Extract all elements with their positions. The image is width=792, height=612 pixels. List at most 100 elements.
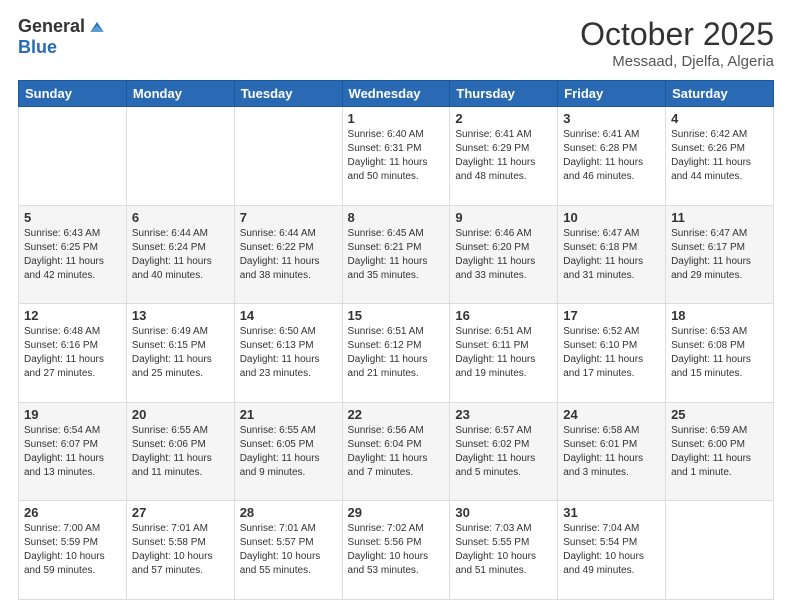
table-row: 12 Sunrise: 6:48 AM Sunset: 6:16 PM Dayl… — [19, 304, 127, 403]
day-number: 12 — [24, 308, 121, 323]
day-info: Sunrise: 6:52 AM Sunset: 6:10 PM Dayligh… — [563, 325, 660, 381]
day-info: Sunrise: 6:57 AM Sunset: 6:02 PM Dayligh… — [455, 424, 552, 480]
day-info: Sunrise: 6:51 AM Sunset: 6:11 PM Dayligh… — [455, 325, 552, 381]
sunset: Sunset: 6:07 PM — [24, 439, 98, 450]
day-number: 16 — [455, 308, 552, 323]
sunrise: Sunrise: 6:56 AM — [348, 425, 424, 436]
sunset: Sunset: 6:25 PM — [24, 242, 98, 253]
sunset: Sunset: 6:31 PM — [348, 143, 422, 154]
logo-blue: Blue — [18, 37, 57, 58]
daylight: Daylight: 11 hours and 11 minutes. — [132, 453, 212, 478]
day-info: Sunrise: 6:56 AM Sunset: 6:04 PM Dayligh… — [348, 424, 445, 480]
sunrise: Sunrise: 6:49 AM — [132, 326, 208, 337]
day-info: Sunrise: 7:04 AM Sunset: 5:54 PM Dayligh… — [563, 522, 660, 578]
title-block: October 2025 Messaad, Djelfa, Algeria — [580, 16, 774, 70]
sunrise: Sunrise: 6:51 AM — [348, 326, 424, 337]
table-row: 28 Sunrise: 7:01 AM Sunset: 5:57 PM Dayl… — [234, 501, 342, 600]
day-info: Sunrise: 6:51 AM Sunset: 6:12 PM Dayligh… — [348, 325, 445, 381]
daylight: Daylight: 11 hours and 15 minutes. — [671, 354, 751, 379]
day-number: 24 — [563, 407, 660, 422]
col-monday: Monday — [126, 81, 234, 107]
sunset: Sunset: 6:15 PM — [132, 340, 206, 351]
day-info: Sunrise: 7:00 AM Sunset: 5:59 PM Dayligh… — [24, 522, 121, 578]
day-info: Sunrise: 6:55 AM Sunset: 6:06 PM Dayligh… — [132, 424, 229, 480]
sunrise: Sunrise: 6:55 AM — [240, 425, 316, 436]
sunset: Sunset: 6:20 PM — [455, 242, 529, 253]
day-number: 11 — [671, 210, 768, 225]
sunset: Sunset: 6:05 PM — [240, 439, 314, 450]
day-info: Sunrise: 6:49 AM Sunset: 6:15 PM Dayligh… — [132, 325, 229, 381]
table-row: 14 Sunrise: 6:50 AM Sunset: 6:13 PM Dayl… — [234, 304, 342, 403]
sunrise: Sunrise: 6:57 AM — [455, 425, 531, 436]
col-sunday: Sunday — [19, 81, 127, 107]
col-thursday: Thursday — [450, 81, 558, 107]
sunrise: Sunrise: 6:44 AM — [240, 228, 316, 239]
table-row: 10 Sunrise: 6:47 AM Sunset: 6:18 PM Dayl… — [558, 205, 666, 304]
day-number: 2 — [455, 111, 552, 126]
sunset: Sunset: 6:18 PM — [563, 242, 637, 253]
daylight: Daylight: 11 hours and 3 minutes. — [563, 453, 643, 478]
daylight: Daylight: 11 hours and 42 minutes. — [24, 256, 104, 281]
daylight: Daylight: 10 hours and 55 minutes. — [240, 551, 321, 576]
table-row: 18 Sunrise: 6:53 AM Sunset: 6:08 PM Dayl… — [666, 304, 774, 403]
calendar-table: Sunday Monday Tuesday Wednesday Thursday… — [18, 80, 774, 600]
daylight: Daylight: 10 hours and 53 minutes. — [348, 551, 429, 576]
sunrise: Sunrise: 6:45 AM — [348, 228, 424, 239]
table-row: 11 Sunrise: 6:47 AM Sunset: 6:17 PM Dayl… — [666, 205, 774, 304]
day-info: Sunrise: 6:47 AM Sunset: 6:17 PM Dayligh… — [671, 227, 768, 283]
daylight: Daylight: 10 hours and 49 minutes. — [563, 551, 644, 576]
sunrise: Sunrise: 7:01 AM — [132, 523, 208, 534]
daylight: Daylight: 11 hours and 35 minutes. — [348, 256, 428, 281]
table-row: 29 Sunrise: 7:02 AM Sunset: 5:56 PM Dayl… — [342, 501, 450, 600]
logo-icon — [87, 17, 107, 37]
sunrise: Sunrise: 6:50 AM — [240, 326, 316, 337]
table-row: 20 Sunrise: 6:55 AM Sunset: 6:06 PM Dayl… — [126, 402, 234, 501]
day-number: 29 — [348, 505, 445, 520]
sunrise: Sunrise: 6:55 AM — [132, 425, 208, 436]
day-number: 7 — [240, 210, 337, 225]
sunrise: Sunrise: 7:04 AM — [563, 523, 639, 534]
sunrise: Sunrise: 6:42 AM — [671, 129, 747, 140]
day-info: Sunrise: 6:50 AM Sunset: 6:13 PM Dayligh… — [240, 325, 337, 381]
table-row: 3 Sunrise: 6:41 AM Sunset: 6:28 PM Dayli… — [558, 107, 666, 206]
daylight: Daylight: 11 hours and 31 minutes. — [563, 256, 643, 281]
sunset: Sunset: 6:26 PM — [671, 143, 745, 154]
sunset: Sunset: 6:10 PM — [563, 340, 637, 351]
location: Messaad, Djelfa, Algeria — [580, 53, 774, 70]
table-row: 5 Sunrise: 6:43 AM Sunset: 6:25 PM Dayli… — [19, 205, 127, 304]
table-row: 2 Sunrise: 6:41 AM Sunset: 6:29 PM Dayli… — [450, 107, 558, 206]
day-number: 19 — [24, 407, 121, 422]
sunrise: Sunrise: 6:47 AM — [563, 228, 639, 239]
sunrise: Sunrise: 6:53 AM — [671, 326, 747, 337]
table-row: 19 Sunrise: 6:54 AM Sunset: 6:07 PM Dayl… — [19, 402, 127, 501]
daylight: Daylight: 10 hours and 57 minutes. — [132, 551, 213, 576]
sunrise: Sunrise: 6:58 AM — [563, 425, 639, 436]
day-number: 23 — [455, 407, 552, 422]
day-number: 26 — [24, 505, 121, 520]
daylight: Daylight: 11 hours and 29 minutes. — [671, 256, 751, 281]
sunset: Sunset: 6:11 PM — [455, 340, 528, 351]
daylight: Daylight: 11 hours and 19 minutes. — [455, 354, 535, 379]
sunrise: Sunrise: 6:54 AM — [24, 425, 100, 436]
sunrise: Sunrise: 6:43 AM — [24, 228, 100, 239]
sunrise: Sunrise: 7:03 AM — [455, 523, 531, 534]
daylight: Daylight: 11 hours and 1 minute. — [671, 453, 751, 478]
day-number: 22 — [348, 407, 445, 422]
table-row: 25 Sunrise: 6:59 AM Sunset: 6:00 PM Dayl… — [666, 402, 774, 501]
daylight: Daylight: 11 hours and 21 minutes. — [348, 354, 428, 379]
day-number: 27 — [132, 505, 229, 520]
day-number: 15 — [348, 308, 445, 323]
day-info: Sunrise: 6:45 AM Sunset: 6:21 PM Dayligh… — [348, 227, 445, 283]
day-number: 31 — [563, 505, 660, 520]
table-row: 30 Sunrise: 7:03 AM Sunset: 5:55 PM Dayl… — [450, 501, 558, 600]
daylight: Daylight: 11 hours and 38 minutes. — [240, 256, 320, 281]
sunset: Sunset: 6:00 PM — [671, 439, 745, 450]
daylight: Daylight: 11 hours and 50 minutes. — [348, 157, 428, 182]
sunset: Sunset: 5:56 PM — [348, 537, 422, 548]
table-row: 1 Sunrise: 6:40 AM Sunset: 6:31 PM Dayli… — [342, 107, 450, 206]
logo-general: General — [18, 16, 85, 37]
day-number: 5 — [24, 210, 121, 225]
sunset: Sunset: 5:55 PM — [455, 537, 529, 548]
day-info: Sunrise: 6:41 AM Sunset: 6:29 PM Dayligh… — [455, 128, 552, 184]
sunrise: Sunrise: 6:51 AM — [455, 326, 531, 337]
